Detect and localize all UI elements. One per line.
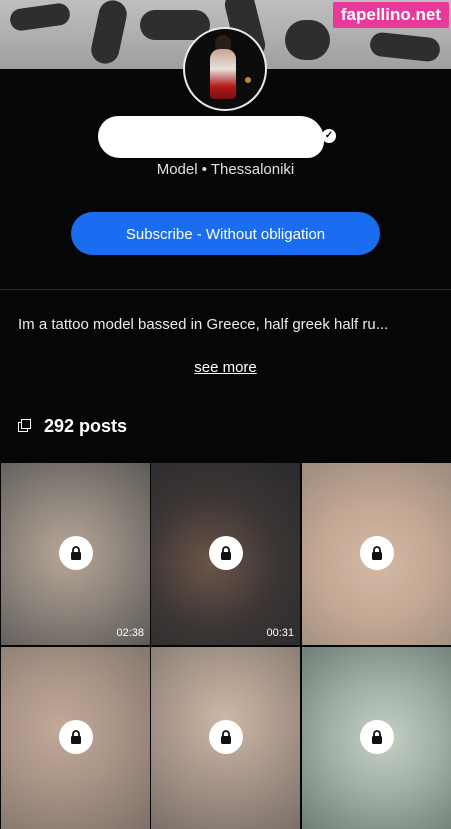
lock-icon (59, 536, 93, 570)
locked-post-tile[interactable] (302, 647, 451, 829)
lock-icon (209, 720, 243, 754)
lock-icon (360, 720, 394, 754)
see-more-link[interactable]: see more (0, 359, 451, 376)
cover-graphic (285, 20, 330, 60)
avatar-photo-light (245, 77, 251, 83)
locked-post-tile[interactable]: 02:38 (1, 463, 150, 645)
locked-post-tile[interactable]: 00:31 (151, 463, 300, 645)
lock-icon (59, 720, 93, 754)
verified-icon: ✓ (322, 129, 336, 143)
locked-post-tile[interactable] (1, 647, 150, 829)
lock-icon (209, 536, 243, 570)
lock-icon (360, 536, 394, 570)
divider (0, 289, 451, 290)
posts-count: 292 posts (44, 415, 128, 436)
cover-graphic (8, 1, 72, 33)
cover-graphic (88, 0, 130, 67)
video-duration: 00:31 (266, 627, 294, 639)
profile-subtitle: Model • Thessaloniki (156, 161, 295, 178)
video-duration: 02:38 (116, 627, 144, 639)
cover-graphic (368, 31, 442, 63)
watermark: fapellino.net (332, 2, 449, 28)
posts-count-row: 292 posts (18, 414, 127, 438)
posts-grid: 02:38 00:31 (0, 462, 451, 829)
redacted-username (98, 116, 324, 158)
avatar[interactable] (183, 27, 267, 111)
posts-icon (18, 419, 32, 433)
subscribe-button[interactable]: Subscribe - Without obligation (71, 212, 380, 255)
avatar-photo-body (210, 49, 236, 99)
profile-bio: Im a tattoo model bassed in Greece, half… (18, 316, 389, 333)
locked-post-tile[interactable] (151, 647, 300, 829)
locked-post-tile[interactable] (302, 463, 451, 645)
